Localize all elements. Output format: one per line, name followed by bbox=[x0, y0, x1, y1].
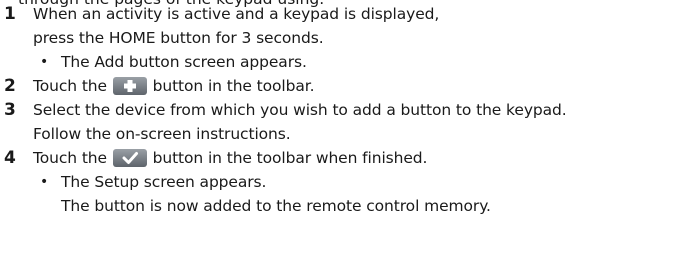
step-1-text-line-2: press the HOME button for 3 seconds. bbox=[33, 29, 324, 47]
checkmark-button-image bbox=[112, 149, 147, 167]
step-4-text-after: button in the toolbar when finished. bbox=[152, 149, 428, 167]
step-3-text-line-2: Follow the on-screen instructions. bbox=[33, 125, 291, 143]
step-4-result-text: The Setup screen appears. bbox=[61, 173, 267, 191]
step-4-text: Touch the button in the toolbar when fin… bbox=[33, 148, 427, 168]
step-1-text-line-1: When an activity is active and a keypad … bbox=[33, 5, 440, 23]
step-2-text: Touch the button in the toolbar. bbox=[33, 76, 315, 96]
step-number-4: 4 bbox=[4, 148, 16, 168]
step-4-text-before: Touch the bbox=[33, 149, 107, 167]
step-1-result-text: The Add button screen appears. bbox=[61, 53, 307, 71]
step-number-1: 1 bbox=[4, 4, 16, 24]
step-number-2: 2 bbox=[4, 76, 16, 96]
bullet-glyph: • bbox=[40, 54, 49, 70]
bullet-glyph: • bbox=[40, 174, 49, 190]
step-3-text-line-1: Select the device from which you wish to… bbox=[33, 101, 567, 119]
step-number-3: 3 bbox=[4, 100, 16, 120]
step-4-result-text-line-2: The button is now added to the remote co… bbox=[61, 197, 491, 215]
plus-icon bbox=[123, 80, 136, 92]
step-2-text-before: Touch the bbox=[33, 77, 107, 95]
checkmark-icon bbox=[122, 152, 138, 164]
plus-button-image bbox=[112, 77, 147, 95]
step-2-text-after: button in the toolbar. bbox=[152, 77, 315, 95]
instruction-document: through the pages of the keypad using. 1… bbox=[0, 0, 697, 265]
